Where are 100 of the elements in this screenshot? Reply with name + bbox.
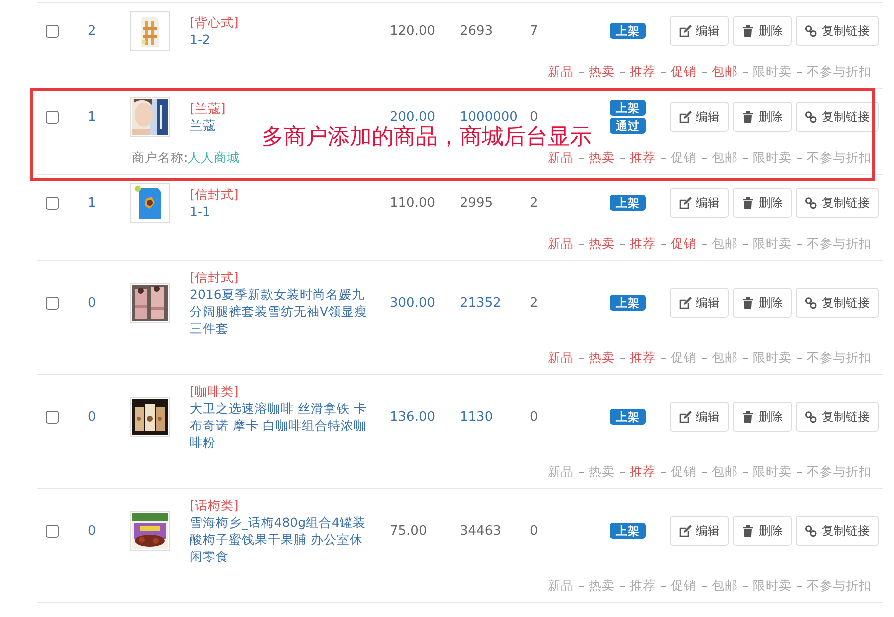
status-badge[interactable]: 上架 <box>610 195 646 211</box>
tag-toggle[interactable]: 限时卖 <box>753 150 792 166</box>
status-badge[interactable]: 上架 <box>610 523 646 539</box>
edit-icon <box>679 196 692 210</box>
row-checkbox[interactable] <box>46 410 58 424</box>
merchant-link[interactable]: 人人商城 <box>188 150 240 166</box>
tag-toggle[interactable]: 限时卖 <box>753 64 792 80</box>
link-icon <box>805 196 818 210</box>
sort-value[interactable]: 1 <box>88 110 96 124</box>
product-title[interactable]: 2016夏季新款女装时尚名媛九分阔腿裤套装雪纺无袖V领显瘦三件套 <box>190 286 375 337</box>
tag-toggle[interactable]: 促销 <box>671 64 697 80</box>
tag-toggle[interactable]: 限时卖 <box>753 236 792 252</box>
tag-toggle[interactable]: 包邮 <box>712 236 738 252</box>
sort-value[interactable]: 0 <box>88 296 96 310</box>
link-button[interactable]: 复制链接 <box>796 102 879 132</box>
tag-toggle[interactable]: 新品 <box>548 64 574 80</box>
link-button[interactable]: 复制链接 <box>796 516 879 546</box>
link-button[interactable]: 复制链接 <box>796 402 879 432</box>
edit-button[interactable]: 编辑 <box>670 102 729 132</box>
link-button[interactable]: 复制链接 <box>796 16 879 46</box>
tag-toggle[interactable]: 热卖 <box>589 578 615 594</box>
status-badge[interactable]: 通过 <box>610 118 646 134</box>
tag-toggle[interactable]: 促销 <box>671 236 697 252</box>
row-checkbox[interactable] <box>46 110 58 124</box>
tag-toggle[interactable]: 包邮 <box>712 64 738 80</box>
sort-value[interactable]: 1 <box>88 196 96 210</box>
trash-icon <box>742 110 755 124</box>
tag-toggle[interactable]: 促销 <box>671 350 697 366</box>
row-checkbox[interactable] <box>46 24 58 38</box>
tag-toggle[interactable]: 热卖 <box>589 464 615 480</box>
edit-icon <box>679 410 692 424</box>
product-title[interactable]: 雪海梅乡_话梅480g组合4罐装酸梅子蜜饯果干果脯 办公室休闲零食 <box>190 514 375 565</box>
tag-toggle[interactable]: 推荐 <box>630 150 656 166</box>
row-checkbox[interactable] <box>46 196 58 210</box>
tag-toggle[interactable]: 不参与折扣 <box>807 236 872 252</box>
sort-value[interactable]: 2 <box>88 24 96 38</box>
tag-toggle[interactable]: 新品 <box>548 350 574 366</box>
stock-value[interactable]: 1130 <box>460 410 494 424</box>
edit-icon <box>679 296 692 310</box>
status-badge[interactable]: 上架 <box>610 409 646 425</box>
product-title[interactable]: 大卫之选速溶咖啡 丝滑拿铁 卡布奇诺 摩卡 白咖啡组合特浓咖啡粉 <box>190 400 375 451</box>
product-title[interactable]: 兰蔻 <box>190 117 216 134</box>
tag-toggle[interactable]: 不参与折扣 <box>807 350 872 366</box>
delete-button[interactable]: 删除 <box>733 516 792 546</box>
sort-value[interactable]: 0 <box>88 410 96 424</box>
stock-value[interactable]: 21352 <box>460 296 502 310</box>
delete-button[interactable]: 删除 <box>733 402 792 432</box>
tag-toggle[interactable]: 推荐 <box>630 464 656 480</box>
row-checkbox[interactable] <box>46 524 58 538</box>
tag-toggle[interactable]: 促销 <box>671 150 697 166</box>
status-badge[interactable]: 上架 <box>610 100 646 116</box>
product-title[interactable]: 1-1 <box>190 203 210 220</box>
tag-toggle[interactable]: 推荐 <box>630 236 656 252</box>
stock-value[interactable]: 1000000 <box>460 110 518 124</box>
tag-toggle[interactable]: 包邮 <box>712 464 738 480</box>
tag-toggle[interactable]: 推荐 <box>630 578 656 594</box>
status-badge[interactable]: 上架 <box>610 295 646 311</box>
edit-button[interactable]: 编辑 <box>670 516 729 546</box>
tag-toggle[interactable]: 不参与折扣 <box>807 464 872 480</box>
price-value[interactable]: 200.00 <box>390 110 436 124</box>
tag-toggle[interactable]: 促销 <box>671 464 697 480</box>
sort-value[interactable]: 0 <box>88 524 96 538</box>
category-label: [咖啡类] <box>190 383 239 400</box>
tag-toggle[interactable]: 限时卖 <box>753 350 792 366</box>
row-checkbox[interactable] <box>46 296 58 310</box>
tag-toggle[interactable]: 包邮 <box>712 150 738 166</box>
tag-toggle[interactable]: 不参与折扣 <box>807 150 872 166</box>
edit-button[interactable]: 编辑 <box>670 288 729 318</box>
delete-button[interactable]: 删除 <box>733 288 792 318</box>
tag-toggle[interactable]: 新品 <box>548 236 574 252</box>
tag-toggle[interactable]: 新品 <box>548 150 574 166</box>
tag-toggle[interactable]: 不参与折扣 <box>807 64 872 80</box>
delete-button[interactable]: 删除 <box>733 188 792 218</box>
edit-button[interactable]: 编辑 <box>670 402 729 432</box>
link-icon <box>805 110 818 124</box>
edit-button[interactable]: 编辑 <box>670 188 729 218</box>
product-title[interactable]: 1-2 <box>190 31 210 48</box>
delete-button[interactable]: 删除 <box>733 16 792 46</box>
tag-toggle[interactable]: 新品 <box>548 578 574 594</box>
tag-toggle[interactable]: 新品 <box>548 464 574 480</box>
tag-toggle[interactable]: 推荐 <box>630 350 656 366</box>
category-label: [兰蔻] <box>190 100 226 117</box>
tag-toggle[interactable]: 推荐 <box>630 64 656 80</box>
tag-toggle[interactable]: 包邮 <box>712 578 738 594</box>
tag-toggle[interactable]: 热卖 <box>589 150 615 166</box>
status-badge[interactable]: 上架 <box>610 23 646 39</box>
tag-toggle[interactable]: 热卖 <box>589 236 615 252</box>
tag-toggle[interactable]: 包邮 <box>712 350 738 366</box>
price-value[interactable]: 136.00 <box>390 410 436 424</box>
tag-toggle[interactable]: 限时卖 <box>753 578 792 594</box>
delete-button[interactable]: 删除 <box>733 102 792 132</box>
tag-toggle[interactable]: 不参与折扣 <box>807 578 872 594</box>
tag-toggle[interactable]: 热卖 <box>589 64 615 80</box>
edit-button[interactable]: 编辑 <box>670 16 729 46</box>
tag-toggle[interactable]: 促销 <box>671 578 697 594</box>
price-value[interactable]: 300.00 <box>390 296 436 310</box>
link-button[interactable]: 复制链接 <box>796 288 879 318</box>
tag-toggle[interactable]: 热卖 <box>589 350 615 366</box>
tag-toggle[interactable]: 限时卖 <box>753 464 792 480</box>
link-button[interactable]: 复制链接 <box>796 188 879 218</box>
